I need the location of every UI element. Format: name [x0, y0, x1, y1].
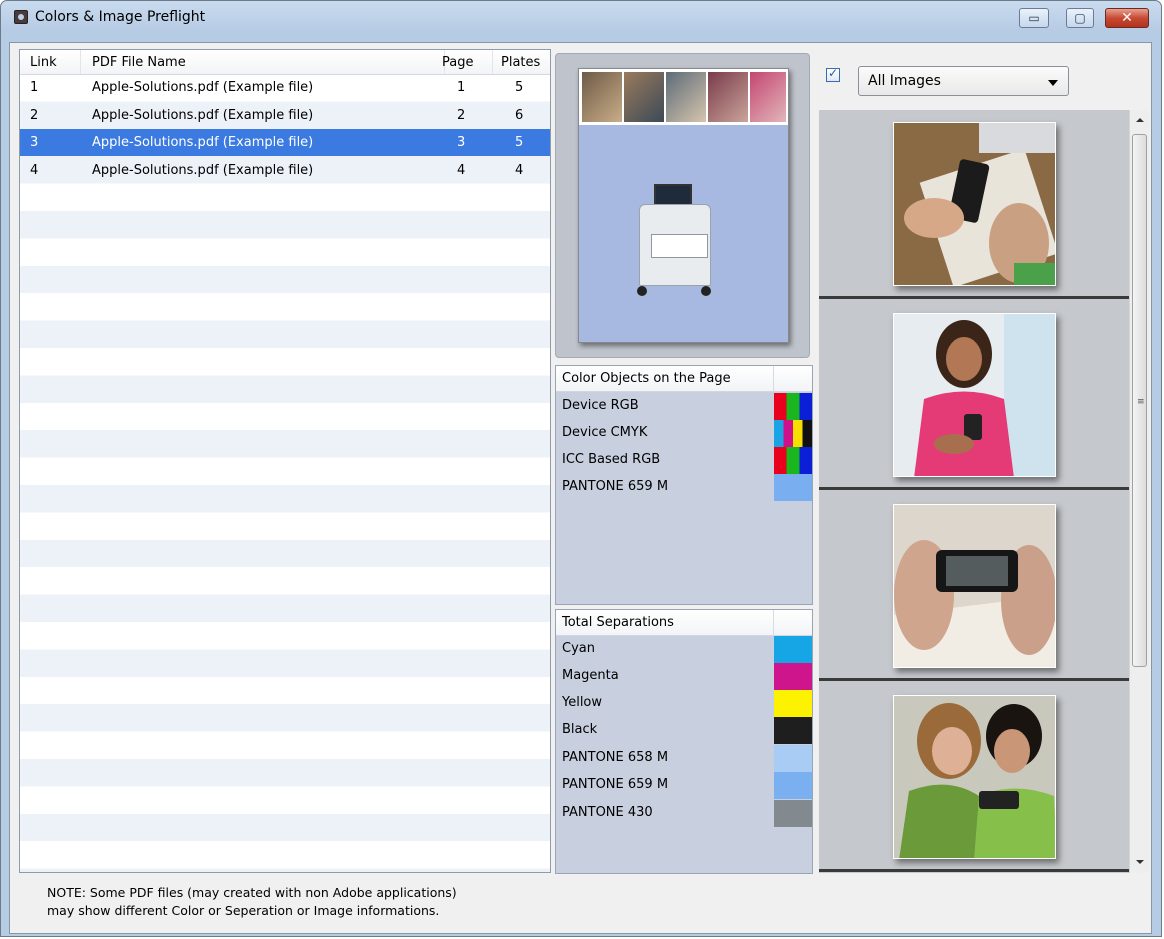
- pdf-file-table[interactable]: Link PDF File Name Page Plates 1 Apple-S…: [19, 49, 551, 873]
- color-objects-title: Color Objects on the Page: [562, 371, 731, 386]
- color-object-row[interactable]: ICC Based RGB: [556, 447, 812, 474]
- separation-swatch: [774, 772, 812, 799]
- cell-plates: 6: [515, 108, 524, 123]
- separation-label: PANTONE 658 M: [562, 750, 669, 765]
- cell-link: 3: [30, 135, 39, 150]
- separation-label: Black: [562, 722, 598, 737]
- separation-swatch: [774, 800, 812, 827]
- cell-page: 1: [457, 80, 466, 95]
- scroll-up-icon[interactable]: [1136, 118, 1144, 122]
- separation-label: PANTONE 659 M: [562, 777, 669, 792]
- separations-panel[interactable]: Total Separations Cyan Magenta Yellow Bl…: [555, 609, 813, 874]
- separation-swatch: [774, 717, 812, 744]
- cell-page: 2: [457, 108, 466, 123]
- image-cell[interactable]: [819, 110, 1129, 299]
- cell-link: 2: [30, 108, 39, 123]
- maximize-button[interactable]: ▢: [1066, 8, 1094, 28]
- phone-on-book-photo: [893, 122, 1056, 286]
- column-header-link[interactable]: Link: [30, 55, 57, 70]
- cell-plates: 5: [515, 135, 524, 150]
- cell-name: Apple-Solutions.pdf (Example file): [92, 135, 314, 150]
- color-object-swatch: [774, 420, 812, 447]
- preview-cart-image: [629, 184, 719, 304]
- table-stripes: [20, 74, 550, 872]
- table-row[interactable]: 2 Apple-Solutions.pdf (Example file) 2 6: [20, 102, 550, 129]
- separation-row[interactable]: PANTONE 430: [556, 800, 812, 827]
- note-line-2: may show different Color or Seperation o…: [47, 903, 440, 918]
- column-header-page[interactable]: Page: [442, 55, 473, 70]
- separation-label: PANTONE 430: [562, 805, 653, 820]
- separation-label: Yellow: [562, 695, 603, 710]
- table-header: Link PDF File Name Page Plates: [20, 50, 550, 75]
- color-object-label: Device RGB: [562, 398, 639, 413]
- images-filter-checkbox[interactable]: [826, 66, 840, 82]
- hands-holding-phone-photo: [893, 504, 1056, 668]
- separation-swatch: [774, 636, 812, 663]
- color-object-swatch: [774, 393, 812, 420]
- images-scrollbar[interactable]: ≡: [1129, 110, 1149, 873]
- image-filter-value: All Images: [868, 73, 941, 89]
- note-line-1: NOTE: Some PDF files (may created with n…: [47, 885, 457, 900]
- color-object-swatch: [774, 447, 812, 474]
- maximize-icon: ▢: [1074, 11, 1086, 25]
- column-header-name[interactable]: PDF File Name: [92, 55, 186, 70]
- image-cell[interactable]: [819, 301, 1129, 490]
- window-title: Colors & Image Preflight: [35, 9, 206, 25]
- image-thumbnail-list[interactable]: [819, 110, 1129, 873]
- separation-swatch: [774, 663, 812, 690]
- cell-link: 1: [30, 80, 39, 95]
- image-filter-dropdown[interactable]: All Images: [858, 66, 1069, 96]
- color-object-row[interactable]: Device RGB: [556, 393, 812, 420]
- scroll-down-icon[interactable]: [1136, 860, 1144, 864]
- table-row[interactable]: 4 Apple-Solutions.pdf (Example file) 4 4: [20, 157, 550, 184]
- separations-title: Total Separations: [562, 615, 674, 630]
- cell-plates: 4: [515, 163, 524, 178]
- separation-swatch: [774, 690, 812, 717]
- separation-row[interactable]: PANTONE 659 M: [556, 772, 812, 799]
- close-icon: ✕: [1121, 10, 1133, 26]
- close-button[interactable]: ✕: [1105, 8, 1149, 28]
- cell-link: 4: [30, 163, 39, 178]
- image-cell[interactable]: [819, 492, 1129, 681]
- column-header-plates[interactable]: Plates: [501, 55, 540, 70]
- color-object-row[interactable]: Device CMYK: [556, 420, 812, 447]
- chevron-down-icon: [1048, 80, 1058, 86]
- separation-swatch: [774, 745, 812, 772]
- separation-row[interactable]: Magenta: [556, 663, 812, 690]
- cell-plates: 5: [515, 80, 524, 95]
- two-girls-with-phone-photo: [893, 695, 1056, 859]
- separations-header: Total Separations: [556, 610, 812, 636]
- minimize-button[interactable]: ▭: [1019, 8, 1049, 28]
- scrollbar-thumb[interactable]: ≡: [1132, 134, 1147, 667]
- separation-label: Magenta: [562, 668, 619, 683]
- separation-row[interactable]: Cyan: [556, 636, 812, 663]
- grip-icon: ≡: [1137, 397, 1145, 407]
- cell-page: 4: [457, 163, 466, 178]
- color-objects-header: Color Objects on the Page: [556, 366, 812, 392]
- preview-photo-strip: [579, 69, 788, 125]
- separation-row[interactable]: Yellow: [556, 690, 812, 717]
- cell-name: Apple-Solutions.pdf (Example file): [92, 163, 314, 178]
- separation-row[interactable]: Black: [556, 717, 812, 744]
- color-object-label: ICC Based RGB: [562, 452, 661, 467]
- app-icon: [14, 10, 28, 24]
- girl-with-phone-photo: [893, 313, 1056, 477]
- cell-page: 3: [457, 135, 466, 150]
- footer-note: NOTE: Some PDF files (may created with n…: [47, 884, 457, 920]
- separation-row[interactable]: PANTONE 658 M: [556, 745, 812, 772]
- cell-name: Apple-Solutions.pdf (Example file): [92, 108, 314, 123]
- page-preview[interactable]: [578, 68, 789, 343]
- cell-name: Apple-Solutions.pdf (Example file): [92, 80, 314, 95]
- color-objects-panel[interactable]: Color Objects on the Page Device RGB Dev…: [555, 365, 813, 605]
- color-object-label: PANTONE 659 M: [562, 479, 669, 494]
- image-cell[interactable]: [819, 683, 1129, 872]
- color-object-row[interactable]: PANTONE 659 M: [556, 474, 812, 501]
- separation-label: Cyan: [562, 641, 595, 656]
- table-row-selected[interactable]: 3 Apple-Solutions.pdf (Example file) 3 5: [20, 129, 550, 156]
- minimize-icon: ▭: [1028, 11, 1040, 25]
- color-object-swatch: [774, 474, 812, 501]
- table-row[interactable]: 1 Apple-Solutions.pdf (Example file) 1 5: [20, 74, 550, 101]
- title-bar[interactable]: Colors & Image Preflight ▭ ▢ ✕: [1, 1, 1161, 33]
- color-object-label: Device CMYK: [562, 425, 648, 440]
